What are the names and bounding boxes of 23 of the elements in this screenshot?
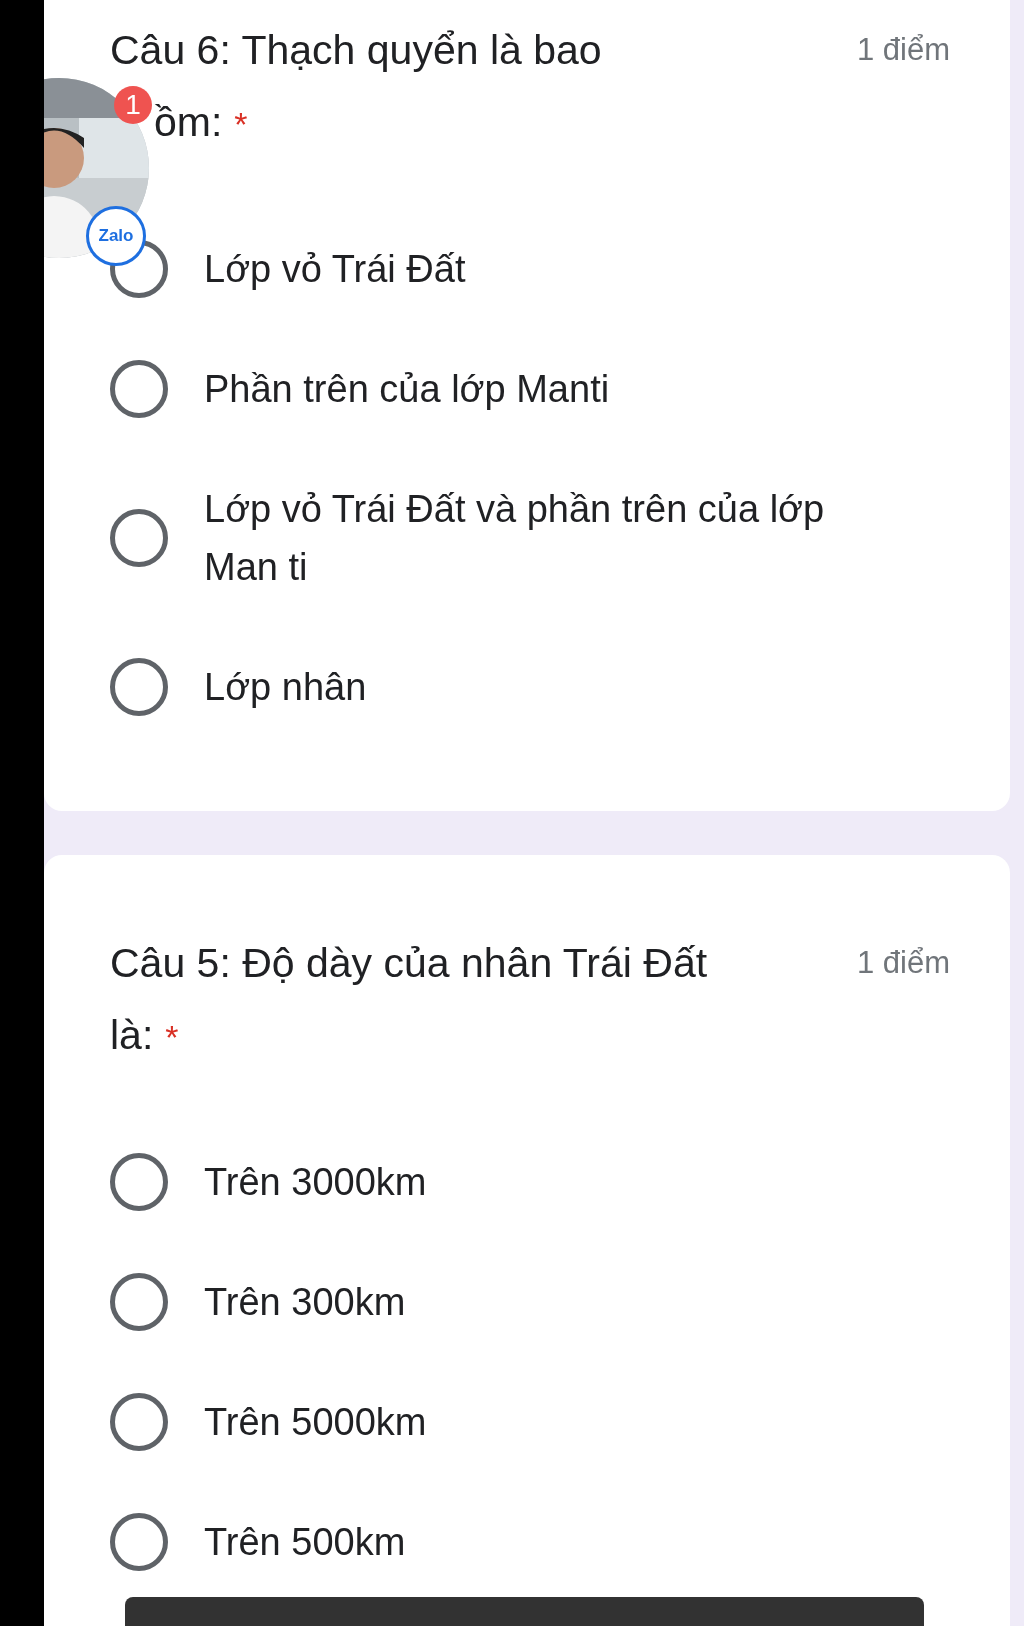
question-title: Câu 6: Thạch quyển là bao — [110, 26, 602, 75]
radio-button[interactable] — [110, 658, 168, 716]
radio-button[interactable] — [110, 1393, 168, 1451]
option-label: Lớp nhân — [204, 665, 367, 710]
question-title: ồm: — [154, 98, 223, 147]
question-title: là: — [110, 1011, 154, 1060]
option-label: Lớp vỏ Trái Đất — [204, 247, 466, 292]
option-label: Trên 500km — [204, 1520, 406, 1565]
points-label: 1 điểm — [856, 944, 950, 982]
required-mark: * — [165, 1018, 179, 1057]
radio-button[interactable] — [110, 360, 168, 418]
option-label: Lớp vỏ Trái Đất và phần trên của lớp Man ti — [204, 487, 826, 590]
radio-button[interactable] — [110, 509, 168, 567]
radio-button[interactable] — [110, 1513, 168, 1571]
radio-button[interactable] — [110, 1273, 168, 1331]
option-label: Trên 5000km — [204, 1400, 427, 1445]
required-mark: * — [234, 105, 248, 144]
option-label: Trên 3000km — [204, 1160, 427, 1205]
option-label: Phần trên của lớp Manti — [204, 367, 610, 412]
option-label: Trên 300km — [204, 1280, 406, 1325]
points-label: 1 điểm — [856, 31, 950, 69]
radio-button[interactable] — [110, 1153, 168, 1211]
question-title: Câu 5: Độ dày của nhân Trái Đất — [110, 939, 708, 988]
